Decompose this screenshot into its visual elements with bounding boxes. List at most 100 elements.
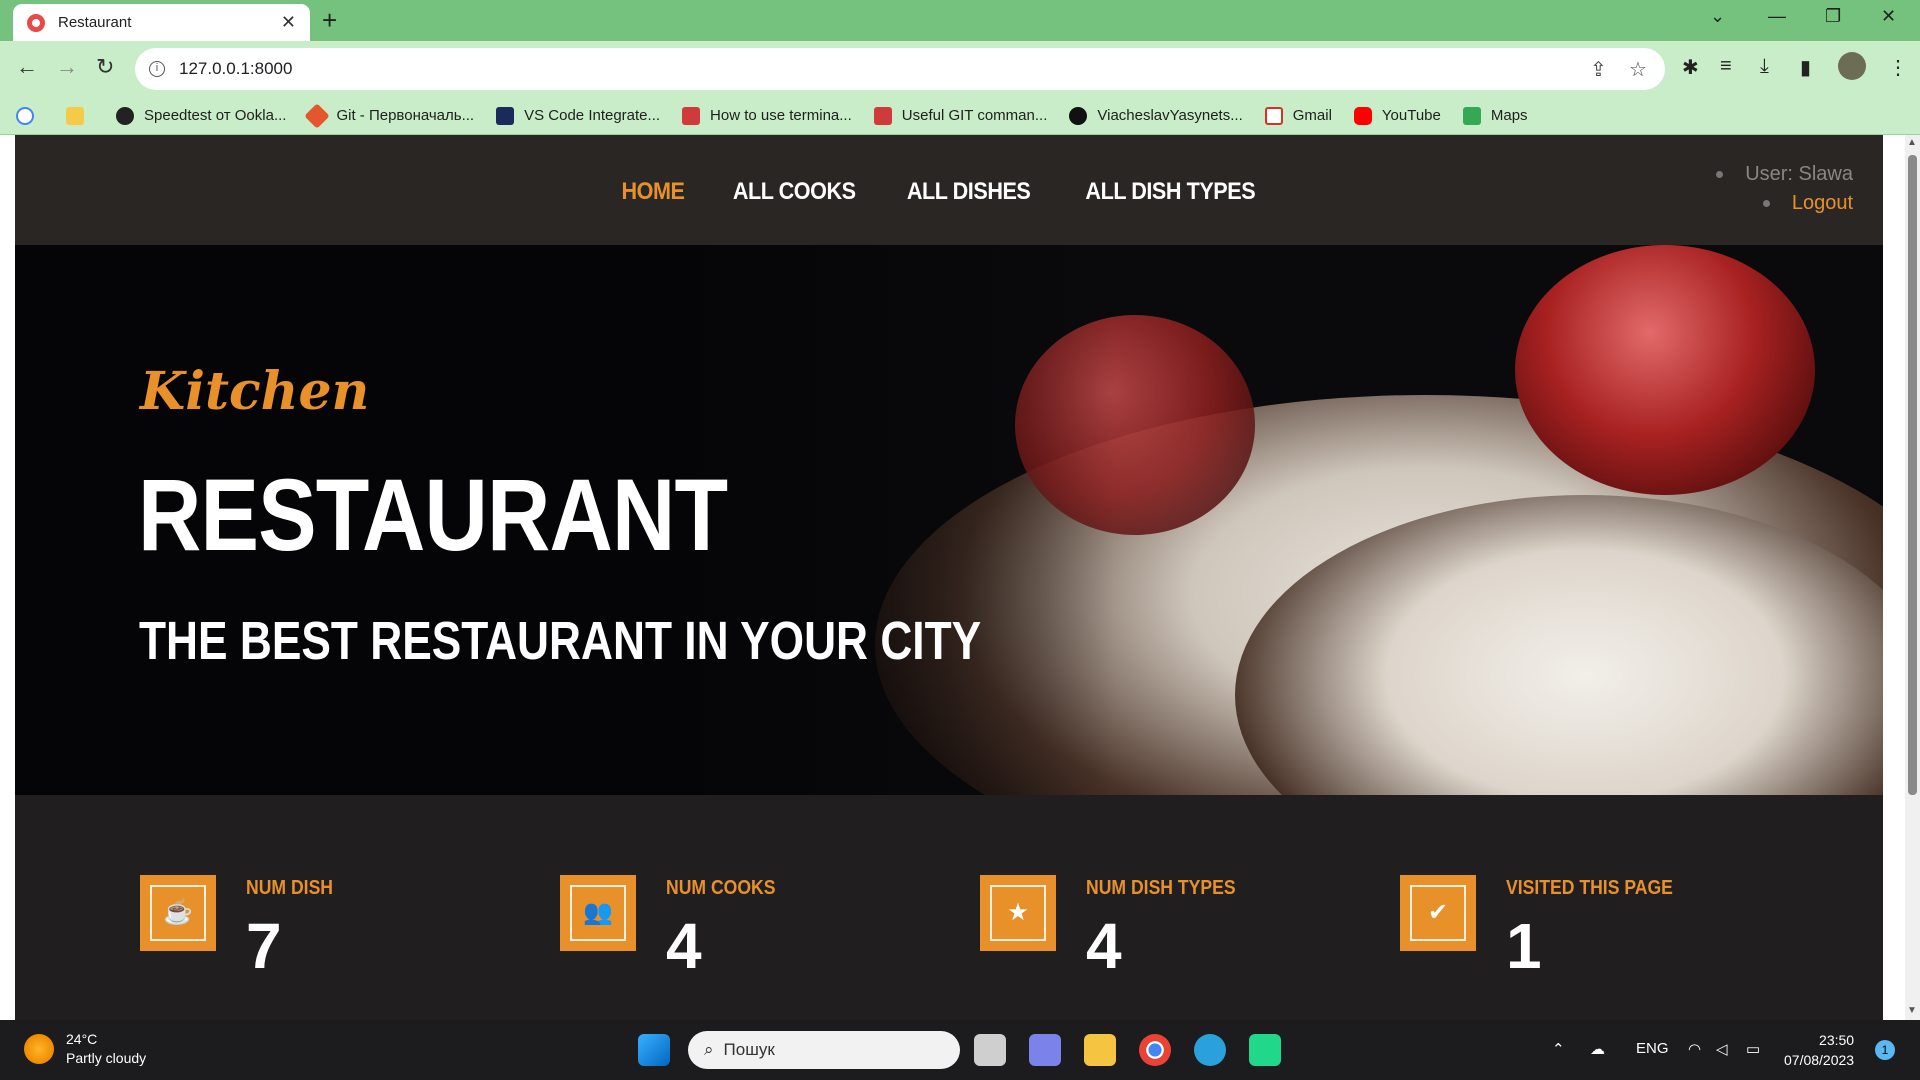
clock-time: 23:50 [1819,1032,1855,1048]
stat-label: VISITED THIS PAGE [1506,877,1673,899]
scroll-down-icon[interactable]: ▼ [1907,1005,1917,1016]
download-icon[interactable]: ⤓ [1760,55,1769,78]
url-text: 127.0.0.1:8000 [179,59,293,78]
hero-banner: Kitchen RESTAURANT THE BEST RESTAURANT I… [15,245,1883,795]
app-bookmark-icon[interactable] [66,106,94,125]
bookmark-icon [304,102,331,129]
minimize-button[interactable]: — [1768,6,1786,27]
main-menu: HOME ALL COOKS ALL DISHES ALL DISH TYPES [618,178,1264,206]
reading-list-icon[interactable]: ≡ [1720,55,1732,78]
taskbar: 24°C Partly cloudy ⌕ Пошук ⌃ ☁ ENG ◠ ◁ ▭… [0,1020,1920,1080]
weather-widget[interactable]: 24°C Partly cloudy [24,1030,146,1068]
back-icon[interactable]: ← [16,54,38,80]
users-icon: 👥 [570,885,626,941]
gmail-icon [1264,106,1283,125]
stat-label: NUM DISH TYPES [1086,877,1236,899]
hero-script-title: Kitchen [140,361,370,422]
bookmark-item[interactable]: Maps [1462,106,1528,125]
stat-label: NUM DISH [246,877,334,899]
web-page: HOME ALL COOKS ALL DISHES ALL DISH TYPES… [15,135,1883,1020]
coffee-icon: ☕ [150,885,206,941]
search-icon: ⌕ [704,1040,714,1059]
telegram-icon[interactable] [1194,1034,1226,1066]
hero-image-cherry [1515,245,1815,495]
hero-subtitle: THE BEST RESTAURANT IN YOUR CITY [139,611,982,671]
notification-badge[interactable]: 1 [1875,1040,1895,1060]
user-label: User: Slawa [1745,163,1853,185]
logout-link[interactable]: Logout [1792,192,1853,214]
nav-home[interactable]: HOME [622,178,685,206]
bullet-icon [1762,200,1770,208]
language-indicator[interactable]: ENG [1636,1040,1669,1057]
bookmark-item[interactable]: VS Code Integrate... [496,106,660,125]
side-panel-icon[interactable]: ▮ [1800,55,1811,80]
close-tab-icon[interactable]: ✕ [281,12,296,33]
bookmark-icon [496,106,515,125]
stat-value: 4 [1086,910,1122,982]
page-margin [0,135,15,1020]
chrome-icon[interactable] [1139,1034,1171,1066]
reload-icon[interactable]: ↻ [96,54,114,80]
stat-value: 1 [1506,910,1542,982]
scrollbar-thumb[interactable] [1908,155,1917,795]
tab-search-icon[interactable]: ⌄ [1710,6,1725,27]
bookmark-icon [682,106,701,125]
scroll-up-icon[interactable]: ▲ [1907,137,1917,148]
file-explorer-icon[interactable] [1084,1034,1116,1066]
close-window-button[interactable]: ✕ [1881,6,1896,27]
search-placeholder: Пошук [723,1040,775,1059]
page-margin [1883,135,1905,1020]
onedrive-icon[interactable]: ☁ [1590,1040,1605,1058]
volume-icon[interactable]: ◁ [1716,1040,1728,1058]
favicon-icon [27,13,45,32]
bookmark-item[interactable]: Speedtest от Ookla... [116,106,286,125]
bookmarks-bar: Speedtest от Ookla... Git - Первоначаль.… [0,97,1920,135]
forward-icon[interactable]: → [56,54,78,80]
pycharm-icon[interactable] [1249,1034,1281,1066]
address-bar[interactable]: i 127.0.0.1:8000 ⇪ ☆ [135,48,1665,90]
extensions-icon[interactable]: ✱ [1682,55,1699,80]
bookmark-item[interactable]: Useful GIT comman... [873,106,1047,125]
page-scrollbar[interactable]: ▲ ▼ [1905,135,1920,1020]
profile-avatar[interactable] [1838,52,1866,80]
task-view-icon[interactable] [974,1034,1006,1066]
weather-icon [24,1034,54,1064]
bookmark-item[interactable]: YouTube [1353,106,1441,125]
windows-start-icon[interactable] [638,1034,670,1066]
battery-icon[interactable]: ▭ [1746,1040,1760,1058]
chrome-menu-icon[interactable]: ⋮ [1888,55,1908,80]
bookmark-item[interactable]: Git - Первоначаль... [304,102,474,129]
user-box: User: Slawa Logout [1716,163,1853,215]
browser-tab[interactable]: Restaurant ✕ [13,4,310,41]
bookmark-item[interactable]: How to use termina... [682,106,852,125]
tab-strip: Restaurant ✕ + ⌄ — ❐ ✕ [0,0,1920,41]
stat-value: 7 [246,910,282,982]
stat-value: 4 [666,910,702,982]
google-bookmark-icon[interactable] [16,106,44,125]
bookmark-icon [873,106,892,125]
bookmark-icon [116,106,134,125]
wifi-icon[interactable]: ◠ [1688,1040,1701,1058]
browser-toolbar: ← → ↻ i 127.0.0.1:8000 ⇪ ☆ ✱ ≡ ⤓ ▮ ⋮ [0,41,1920,97]
site-info-icon[interactable]: i [149,61,165,77]
taskbar-search[interactable]: ⌕ Пошук [688,1031,960,1069]
nav-all-dishes[interactable]: ALL DISHES [907,178,1031,206]
github-icon [1069,106,1088,125]
nav-all-cooks[interactable]: ALL COOKS [733,178,856,206]
bookmark-star-icon[interactable]: ☆ [1629,57,1647,82]
teams-icon[interactable] [1029,1034,1061,1066]
star-icon: ★ [990,885,1046,941]
restore-button[interactable]: ❐ [1825,6,1841,27]
stats-section: ☕ NUM DISH 7 👥 NUM COOKS 4 ★ NUM DISH TY… [15,795,1883,1020]
bookmark-item[interactable]: Gmail [1264,106,1332,125]
tab-title: Restaurant [58,14,132,31]
site-navbar: HOME ALL COOKS ALL DISHES ALL DISH TYPES… [15,135,1883,245]
nav-all-dish-types[interactable]: ALL DISH TYPES [1085,178,1255,206]
weather-text: Partly cloudy [66,1050,147,1066]
clock[interactable]: 23:50 07/08/2023 [1784,1030,1854,1070]
share-icon[interactable]: ⇪ [1590,57,1607,82]
maps-icon [1462,106,1481,125]
new-tab-button[interactable]: + [322,6,337,34]
bookmark-item[interactable]: ViacheslavYasynets... [1069,106,1243,125]
chevron-up-icon[interactable]: ⌃ [1552,1040,1565,1058]
